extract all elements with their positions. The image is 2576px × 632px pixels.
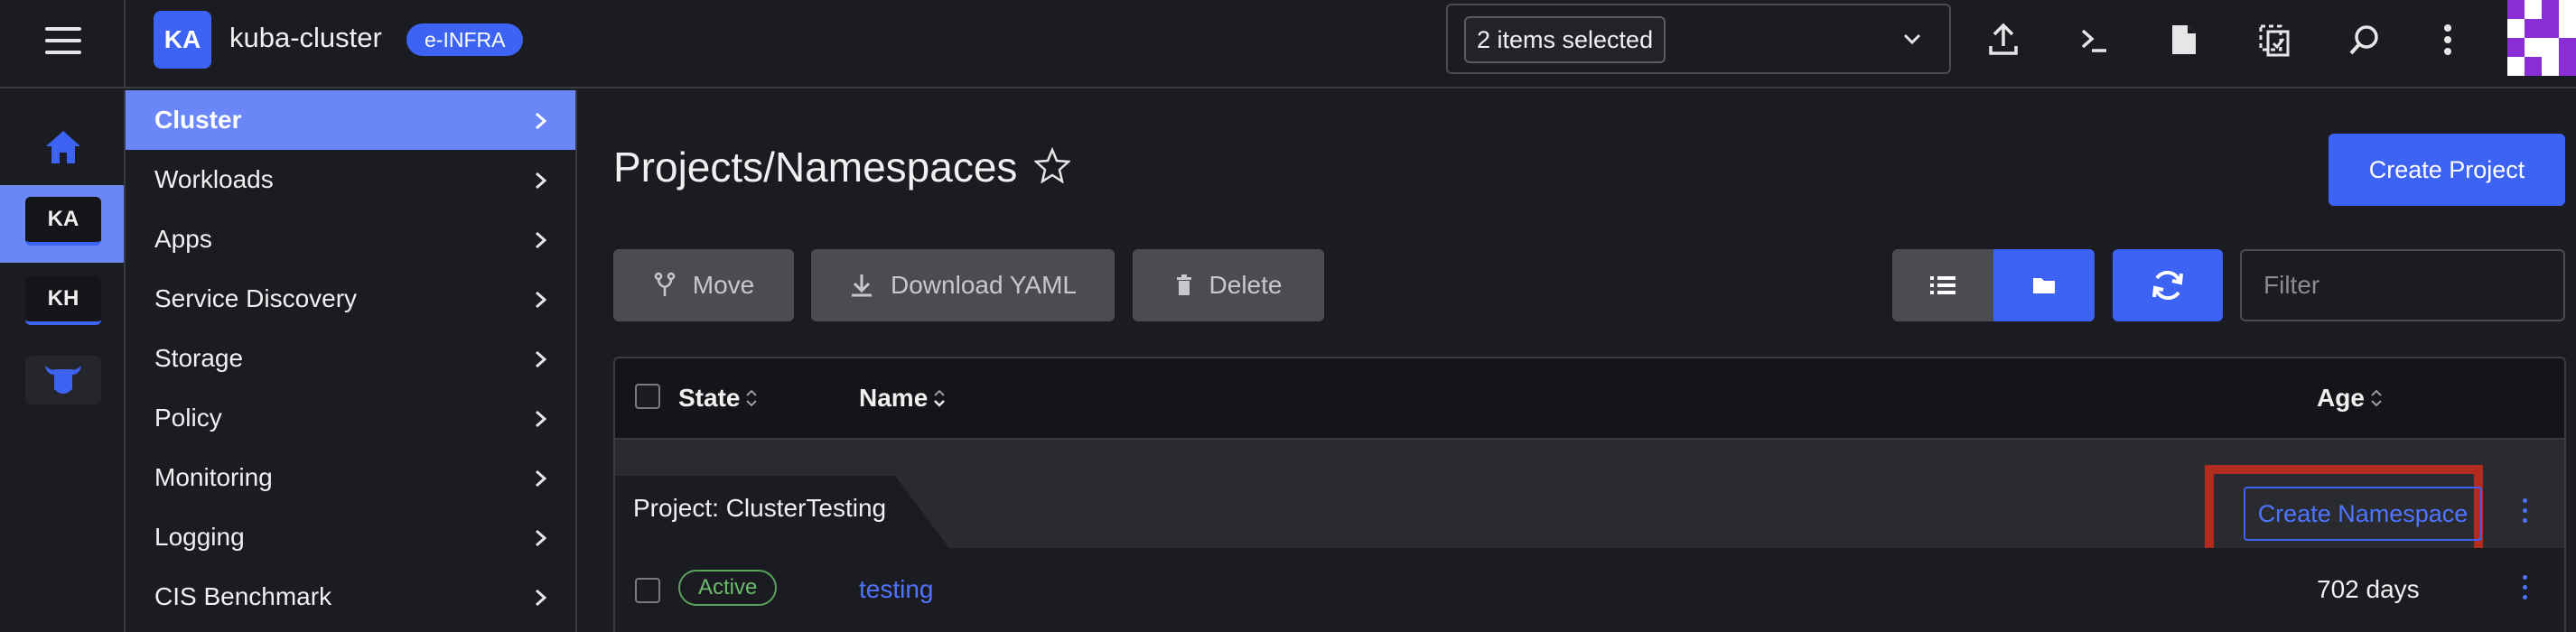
cluster-rail: KA KH <box>0 90 126 632</box>
flat-list-view-toggle[interactable] <box>1892 249 1993 321</box>
column-label: Age <box>2317 384 2365 412</box>
file-icon[interactable] <box>2162 18 2206 61</box>
age-value: 702 days <box>2317 575 2420 603</box>
nav-policy[interactable]: Policy <box>126 388 575 448</box>
nav-workloads[interactable]: Workloads <box>126 150 575 209</box>
rail-cluster-ka[interactable]: KA <box>25 197 101 246</box>
nav-monitoring[interactable]: Monitoring <box>126 448 575 507</box>
status-badge: Active <box>678 570 778 606</box>
env-badge: e-INFRA <box>406 23 524 56</box>
move-button-label: Move <box>692 271 755 299</box>
nav-label: Service Discovery <box>154 284 358 312</box>
delete-button[interactable]: Delete <box>1133 249 1324 321</box>
refresh-button[interactable] <box>2113 249 2223 321</box>
row-checkbox[interactable] <box>635 578 660 603</box>
chevron-right-icon <box>536 172 547 190</box>
chevron-down-icon <box>1903 33 1921 45</box>
column-header-name[interactable]: Name <box>859 384 947 413</box>
user-avatar[interactable] <box>2507 0 2576 76</box>
select-all-checkbox[interactable] <box>635 384 660 409</box>
terminal-icon[interactable] <box>2072 18 2115 61</box>
sort-icon <box>934 389 946 407</box>
nav-cis-benchmark[interactable]: CIS Benchmark <box>126 567 575 627</box>
chevron-right-icon <box>536 231 547 249</box>
bull-icon <box>45 366 81 394</box>
download-yaml-button[interactable]: Download YAML <box>811 249 1115 321</box>
row-actions-kebab-icon[interactable] <box>2520 575 2529 606</box>
refresh-icon <box>2152 270 2183 301</box>
chevron-right-icon <box>536 410 547 428</box>
namespace-selector-value: 2 items selected <box>1464 16 1666 63</box>
favorite-star-icon[interactable] <box>1034 147 1070 183</box>
nav-label: Logging <box>154 523 245 551</box>
column-label: State <box>678 384 741 412</box>
folder-icon <box>2033 278 2055 293</box>
nav-cluster[interactable]: Cluster <box>126 90 575 150</box>
group-actions-kebab-icon[interactable] <box>2520 498 2529 529</box>
search-icon[interactable] <box>2343 18 2386 61</box>
page-title: Projects/Namespaces <box>613 144 1018 191</box>
group-by-project-toggle[interactable] <box>1993 249 2095 321</box>
side-navigation: Cluster Workloads Apps Service Discovery… <box>126 90 577 632</box>
hamburger-menu-icon[interactable] <box>45 27 81 58</box>
chevron-right-icon <box>536 112 547 130</box>
chevron-right-icon <box>536 589 547 607</box>
menu-cell <box>0 0 126 88</box>
namespaces-table: State Name Age Project: ClusterTesting C… <box>613 357 2566 632</box>
move-button[interactable]: Move <box>613 249 794 321</box>
project-group-row: Project: ClusterTesting Create Namespace <box>615 440 2564 575</box>
nav-logging[interactable]: Logging <box>126 507 575 567</box>
cluster-name: kuba-cluster <box>229 22 382 53</box>
nav-label: Storage <box>154 344 244 372</box>
nav-label: Cluster <box>154 106 242 134</box>
column-header-state[interactable]: State <box>678 384 760 413</box>
chevron-right-icon <box>536 469 547 488</box>
chevron-right-icon <box>536 529 547 547</box>
sort-icon <box>746 389 758 407</box>
cluster-badge: KA <box>154 11 211 69</box>
download-icon <box>852 274 873 297</box>
nav-apps[interactable]: Apps <box>126 209 575 269</box>
create-namespace-button[interactable]: Create Namespace <box>2244 487 2482 541</box>
filter-input[interactable] <box>2240 249 2565 321</box>
nav-label: CIS Benchmark <box>154 582 332 610</box>
create-project-button[interactable]: Create Project <box>2329 134 2565 206</box>
nav-service-discovery[interactable]: Service Discovery <box>126 269 575 329</box>
chevron-right-icon <box>536 350 547 368</box>
project-group-label: Project: ClusterTesting <box>633 494 887 522</box>
delete-button-label: Delete <box>1209 271 1283 299</box>
rail-cluster-kh[interactable]: KH <box>25 276 101 325</box>
nav-storage[interactable]: Storage <box>126 329 575 388</box>
download-yaml-label: Download YAML <box>891 271 1077 299</box>
nav-label: Monitoring <box>154 463 273 491</box>
top-header: KA kuba-cluster e-INFRA 2 items selected <box>0 0 2576 88</box>
table-header: State Name Age <box>615 358 2564 440</box>
nav-label: Workloads <box>154 165 274 193</box>
chevron-right-icon <box>536 291 547 309</box>
namespace-link[interactable]: testing <box>859 575 934 604</box>
column-header-age[interactable]: Age <box>2317 384 2385 413</box>
namespace-selector[interactable]: 2 items selected <box>1446 4 1951 74</box>
trash-icon <box>1176 274 1191 295</box>
table-row: Active testing 702 days <box>615 548 2564 632</box>
list-icon <box>1930 276 1955 294</box>
column-label: Name <box>859 384 929 412</box>
home-icon[interactable] <box>44 128 82 166</box>
rail-cluster-ox[interactable] <box>25 356 101 404</box>
fork-icon <box>654 272 676 296</box>
copy-config-icon[interactable] <box>2253 18 2296 61</box>
nav-label: Policy <box>154 404 222 432</box>
more-vertical-icon[interactable] <box>2426 18 2469 61</box>
nav-label: Apps <box>154 225 212 253</box>
sort-icon <box>2371 389 2382 407</box>
upload-icon[interactable] <box>1982 18 2025 61</box>
